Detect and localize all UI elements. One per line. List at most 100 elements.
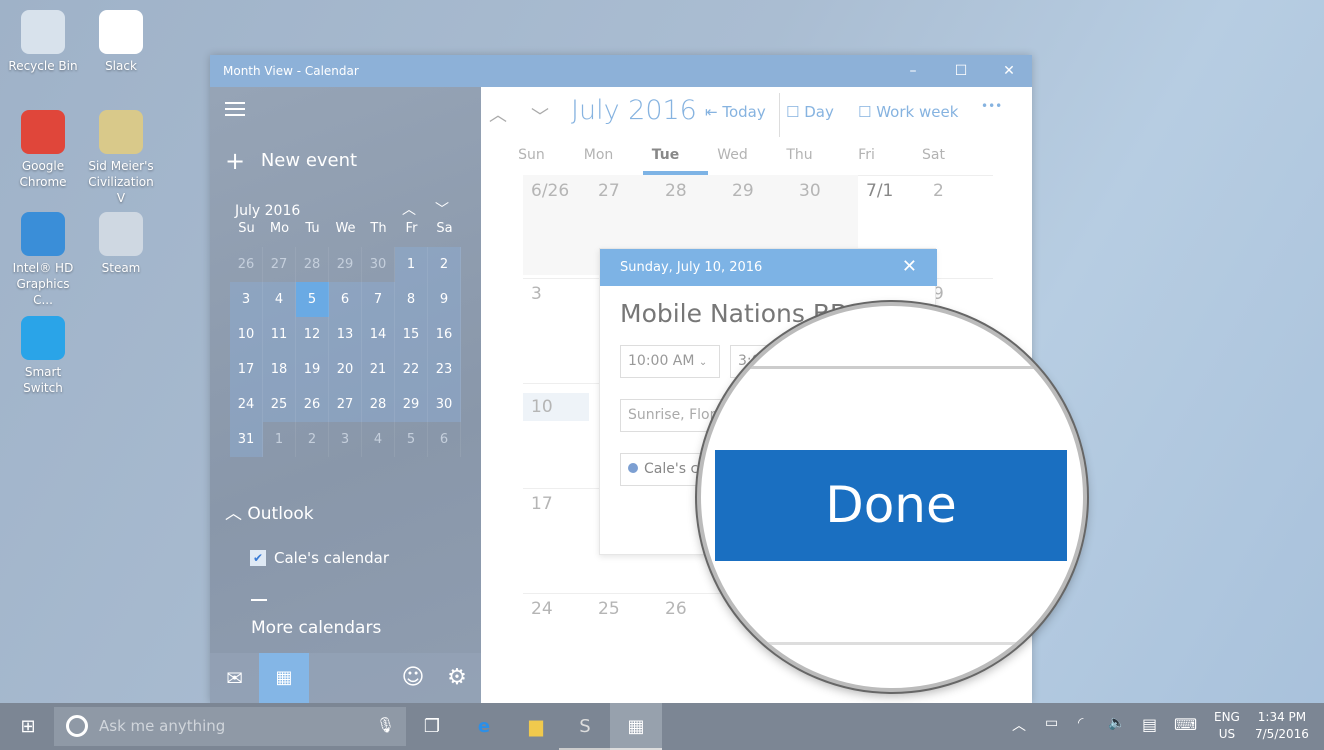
mini-weekday: Su	[238, 221, 255, 236]
day-cell[interactable]: 10	[523, 383, 590, 483]
mini-day[interactable]: 4	[362, 422, 395, 457]
smart-switch-icon	[21, 316, 65, 360]
mini-day[interactable]: 1	[395, 247, 428, 282]
microphone-icon[interactable]: 🎙	[376, 716, 395, 734]
maximize-button[interactable]: ☐	[941, 59, 981, 83]
mini-day[interactable]: 27	[329, 387, 362, 422]
start-windows-icon[interactable]: ⊞	[2, 703, 54, 750]
mini-day[interactable]: 2	[296, 422, 329, 457]
mini-day[interactable]: 12	[296, 317, 329, 352]
mini-day[interactable]: 30	[362, 247, 395, 282]
day-cell[interactable]: 25	[590, 593, 657, 693]
outlook-section[interactable]: ︿ Outlook	[225, 499, 314, 524]
desktop-icon-label: Google Chrome	[19, 159, 67, 189]
more-calendars-link[interactable]: More calendars	[251, 618, 381, 638]
mini-day[interactable]: 21	[362, 352, 395, 387]
task-view-icon[interactable]: ❐	[406, 703, 458, 750]
desktop-icon[interactable]: Intel® HD Graphics C...	[5, 212, 81, 308]
mini-day[interactable]: 20	[329, 352, 362, 387]
mini-day[interactable]: 16	[428, 317, 461, 352]
mini-day[interactable]: 10	[230, 317, 263, 352]
mini-day[interactable]: 28	[296, 247, 329, 282]
mini-day[interactable]: 13	[329, 317, 362, 352]
mini-day[interactable]: 31	[230, 422, 263, 457]
mini-day[interactable]: 14	[362, 317, 395, 352]
mini-day[interactable]: 29	[329, 247, 362, 282]
mini-day[interactable]: 26	[296, 387, 329, 422]
day-cell[interactable]: 3	[523, 278, 590, 378]
slack-taskbar-icon[interactable]: S	[559, 703, 611, 750]
calendar-toggle[interactable]: ✔ Cale's calendar	[250, 549, 389, 567]
mini-day[interactable]: 4	[263, 282, 296, 317]
desktop-icon-label: Smart Switch	[23, 365, 63, 395]
mini-day[interactable]: 9	[428, 282, 461, 317]
recycle-bin-icon	[21, 10, 65, 54]
mini-day[interactable]: 26	[230, 247, 263, 282]
desktop-icon[interactable]: Slack	[83, 10, 159, 74]
popup-header: Sunday, July 10, 2016 ✕	[600, 249, 937, 286]
mini-day[interactable]: 22	[395, 352, 428, 387]
mini-day[interactable]: 2	[428, 247, 461, 282]
mini-day[interactable]: 5	[296, 282, 329, 317]
mini-day[interactable]: 25	[263, 387, 296, 422]
day-cell[interactable]: 6/26	[523, 175, 590, 275]
weekday-header: Thu	[786, 147, 813, 163]
mini-day[interactable]: 3	[230, 282, 263, 317]
settings-gear-icon[interactable]: ⚙	[437, 653, 477, 703]
close-icon[interactable]: ✕	[902, 256, 917, 277]
mini-day[interactable]: 5	[395, 422, 428, 457]
feedback-smiley-icon[interactable]: ☺	[393, 653, 433, 703]
wifi-icon[interactable]: ◜	[1078, 715, 1083, 731]
touch-keyboard-icon[interactable]: ⌨	[1174, 715, 1197, 734]
desktop-icon[interactable]: Google Chrome	[5, 110, 81, 190]
new-event-button[interactable]: + New event	[225, 147, 357, 175]
hamburger-icon[interactable]	[225, 102, 245, 116]
day-cell[interactable]: 24	[523, 593, 590, 693]
edge-icon[interactable]: e	[458, 703, 510, 750]
divider	[741, 366, 1071, 369]
volume-icon[interactable]: 🔈	[1108, 715, 1125, 731]
mini-day[interactable]: 19	[296, 352, 329, 387]
mini-day[interactable]: 15	[395, 317, 428, 352]
clock-time: 1:34 PM	[1257, 710, 1307, 724]
file-explorer-icon[interactable]: ▆	[510, 703, 562, 750]
mini-day[interactable]: 29	[395, 387, 428, 422]
calendar-taskbar-icon[interactable]: ▦	[610, 703, 662, 750]
mini-day[interactable]: 6	[329, 282, 362, 317]
desktop-icon[interactable]: Recycle Bin	[5, 10, 81, 74]
desktop-icon[interactable]: Sid Meier's Civilization V	[83, 110, 159, 206]
desktop-icon-label: Intel® HD Graphics C...	[12, 261, 74, 307]
show-hidden-icons[interactable]: ︿	[1012, 715, 1026, 735]
clock[interactable]: 1:34 PM 7/5/2016	[1255, 709, 1309, 743]
checkbox-checked-icon[interactable]: ✔	[250, 550, 266, 566]
mini-day[interactable]: 18	[263, 352, 296, 387]
mini-day[interactable]: 7	[362, 282, 395, 317]
calendar-icon[interactable]: ▦	[259, 653, 309, 703]
mini-day[interactable]: 28	[362, 387, 395, 422]
minimize-button[interactable]: –	[893, 59, 933, 83]
battery-icon[interactable]: ▭	[1045, 715, 1058, 731]
start-time-select[interactable]: 10:00 AM ⌄	[620, 345, 720, 378]
mini-day[interactable]: 23	[428, 352, 461, 387]
desktop-icon[interactable]: Smart Switch	[5, 316, 81, 396]
weekday-header: Wed	[717, 147, 748, 163]
mail-icon[interactable]: ✉	[210, 653, 259, 703]
mini-day[interactable]: 1	[263, 422, 296, 457]
mini-day[interactable]: 6	[428, 422, 461, 457]
search-box[interactable]: Ask me anything 🎙	[54, 707, 406, 746]
mini-day[interactable]: 8	[395, 282, 428, 317]
mini-day[interactable]: 30	[428, 387, 461, 422]
close-button[interactable]: ✕	[989, 59, 1029, 83]
mini-day[interactable]: 11	[263, 317, 296, 352]
day-cell[interactable]: 17	[523, 488, 590, 588]
language-indicator[interactable]: ENG US	[1214, 709, 1240, 743]
day-number: 3	[531, 284, 542, 304]
mini-day[interactable]: 24	[230, 387, 263, 422]
done-button[interactable]: Done	[715, 450, 1067, 561]
day-cell[interactable]: 26	[657, 593, 724, 693]
desktop-icon[interactable]: Steam	[83, 212, 159, 276]
mini-day[interactable]: 3	[329, 422, 362, 457]
action-center-icon[interactable]: ▤	[1142, 715, 1157, 734]
mini-day[interactable]: 27	[263, 247, 296, 282]
mini-day[interactable]: 17	[230, 352, 263, 387]
